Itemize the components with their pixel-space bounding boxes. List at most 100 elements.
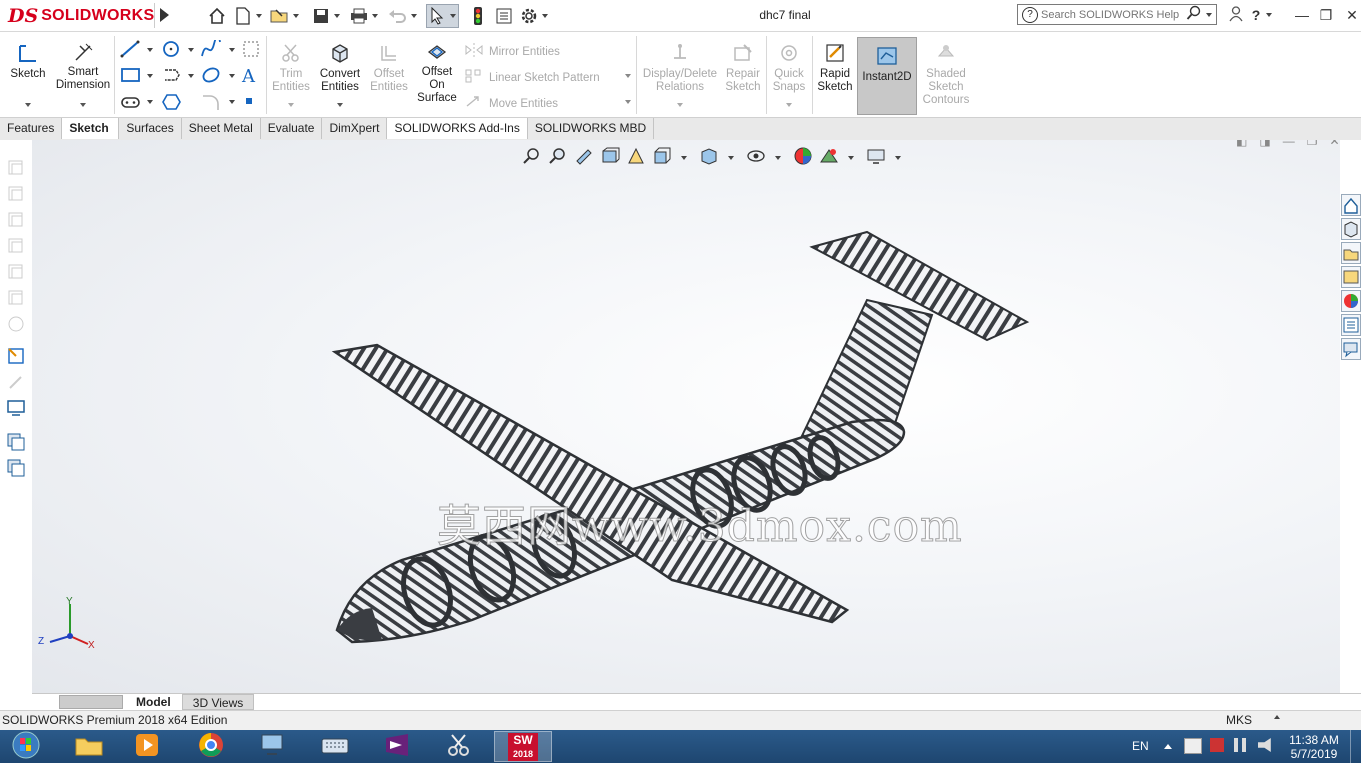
help-button[interactable]: ?	[1252, 6, 1273, 24]
tab-evaluate[interactable]: Evaluate	[261, 118, 323, 139]
sheet-copy-icon[interactable]	[6, 432, 26, 452]
convert-entities-button[interactable]: Convert Entities	[314, 32, 366, 117]
network-icon[interactable]	[1234, 738, 1250, 752]
chevron-down-icon[interactable]	[625, 100, 631, 104]
options-button[interactable]	[519, 5, 548, 27]
search-help-field[interactable]: ?	[1017, 4, 1217, 25]
search-icon[interactable]	[1186, 5, 1202, 24]
circle-tool[interactable]	[162, 40, 182, 61]
tab-surfaces[interactable]: Surfaces	[119, 118, 182, 139]
chevron-down-icon[interactable]	[625, 74, 631, 78]
flag-icon[interactable]	[1184, 738, 1202, 754]
custom-properties-tab[interactable]	[1341, 314, 1361, 336]
language-indicator[interactable]: EN	[1132, 739, 1149, 753]
chevron-down-icon[interactable]	[334, 14, 340, 18]
restore-button[interactable]: ❐	[1316, 6, 1336, 24]
sketch-edit-icon[interactable]	[6, 372, 26, 392]
chevron-down-icon[interactable]	[450, 14, 456, 18]
ellipse-tool[interactable]	[200, 66, 222, 87]
start-button[interactable]	[0, 731, 52, 762]
chevron-down-icon[interactable]	[147, 100, 153, 104]
tab-scroll-arrows[interactable]	[59, 695, 123, 709]
chevron-down-icon[interactable]	[147, 48, 153, 52]
sketch-relations-icon[interactable]	[6, 346, 26, 366]
chevron-down-icon[interactable]	[147, 74, 153, 78]
select-button[interactable]	[426, 4, 459, 28]
clock[interactable]: 11:38 AM 5/7/2019	[1282, 733, 1346, 761]
graphics-area[interactable]: ◧ ◨ — ❐ ✕ 莫西网www.3dmox.com Y X Z	[32, 140, 1340, 693]
chevron-down-icon[interactable]	[80, 103, 86, 107]
new-document-button[interactable]	[233, 5, 262, 27]
taskbar-file-explorer[interactable]	[60, 731, 118, 762]
line-tool[interactable]	[120, 40, 142, 61]
appearances-tab[interactable]	[1341, 290, 1361, 312]
chevron-down-icon[interactable]	[542, 14, 548, 18]
chevron-down-icon[interactable]	[1206, 12, 1212, 17]
dimxpert-manager-icon[interactable]	[6, 236, 26, 256]
airplane-model[interactable]	[32, 140, 1340, 693]
tab-features[interactable]: Features	[0, 118, 63, 139]
fillet-tool[interactable]	[200, 94, 222, 113]
chevron-down-icon[interactable]	[229, 48, 235, 52]
smart-dimension-button[interactable]: Smart Dimension	[52, 32, 114, 117]
linear-sketch-pattern-button[interactable]: Linear Sketch Pattern	[464, 68, 600, 87]
rectangle-tool[interactable]	[120, 66, 142, 87]
show-desktop-button[interactable]	[1350, 730, 1361, 763]
taskbar-snipping-tool[interactable]	[430, 731, 488, 762]
construction-geometry-tool[interactable]	[242, 40, 260, 61]
view-palette-tab[interactable]	[1341, 266, 1361, 288]
text-tool-icon[interactable]: A	[242, 66, 255, 87]
chevron-down-icon[interactable]	[229, 74, 235, 78]
forum-tab[interactable]	[1341, 338, 1361, 360]
taskbar-solidworks[interactable]: SW 2018	[494, 731, 552, 762]
taskbar-visual-studio[interactable]	[368, 731, 426, 762]
display-delete-relations-button[interactable]: Display/Delete Relations	[640, 32, 720, 117]
mirror-entities-button[interactable]: Mirror Entities	[464, 42, 560, 61]
tab-sketch[interactable]: Sketch	[62, 118, 120, 139]
file-explorer-tab[interactable]	[1341, 242, 1361, 264]
tab-sheet-metal[interactable]: Sheet Metal	[182, 118, 261, 139]
taskbar-keyboard[interactable]	[306, 731, 364, 762]
instant2d-button[interactable]: Instant2D	[857, 37, 917, 115]
open-button[interactable]	[270, 5, 299, 27]
save-button[interactable]	[311, 5, 340, 27]
solidworks-logo[interactable]: DS SOLIDWORKS	[8, 4, 154, 28]
show-hidden-icons-icon[interactable]	[1164, 744, 1172, 749]
print-button[interactable]	[349, 5, 378, 27]
sketch-button[interactable]: Sketch	[6, 32, 50, 117]
menu-expand-arrow-icon[interactable]	[160, 8, 169, 22]
trim-entities-button[interactable]: Trim Entities	[270, 32, 312, 117]
sketch-monitor-icon[interactable]	[6, 398, 26, 418]
undo-button[interactable]	[388, 5, 417, 27]
feature-manager-icon[interactable]	[6, 158, 26, 178]
slot-straight-tool[interactable]	[120, 94, 142, 113]
chevron-down-icon[interactable]	[372, 14, 378, 18]
chevron-down-icon[interactable]	[288, 103, 294, 107]
display-manager-icon[interactable]	[6, 262, 26, 282]
chevron-down-icon[interactable]	[293, 14, 299, 18]
chevron-down-icon[interactable]	[337, 103, 343, 107]
appearance-manager-icon[interactable]	[6, 314, 26, 334]
chevron-down-icon[interactable]	[1266, 13, 1273, 17]
cam-manager-icon[interactable]	[6, 288, 26, 308]
tab-3d-views[interactable]: 3D Views	[182, 694, 254, 710]
property-manager-icon[interactable]	[6, 184, 26, 204]
chevron-down-icon[interactable]	[25, 103, 31, 107]
rapid-sketch-button[interactable]: Rapid Sketch	[814, 32, 856, 117]
chevron-down-icon[interactable]	[786, 103, 792, 107]
home-button[interactable]	[207, 5, 227, 27]
tab-dimxpert[interactable]: DimXpert	[322, 118, 388, 139]
configuration-manager-icon[interactable]	[6, 210, 26, 230]
tab-solidworks-mbd[interactable]: SOLIDWORKS MBD	[528, 118, 655, 139]
offset-entities-button[interactable]: Offset Entities	[366, 32, 412, 117]
file-properties-button[interactable]	[494, 5, 514, 27]
polygon-tool[interactable]	[162, 93, 182, 114]
tab-model[interactable]: Model	[128, 694, 179, 710]
security-icon[interactable]	[1210, 738, 1224, 752]
sheet-paste-icon[interactable]	[6, 458, 26, 478]
chevron-down-icon[interactable]	[411, 14, 417, 18]
chevron-down-icon[interactable]	[256, 14, 262, 18]
offset-on-surface-button[interactable]: Offset On Surface	[414, 32, 460, 117]
chevron-down-icon[interactable]	[188, 48, 194, 52]
volume-icon[interactable]	[1258, 738, 1271, 752]
